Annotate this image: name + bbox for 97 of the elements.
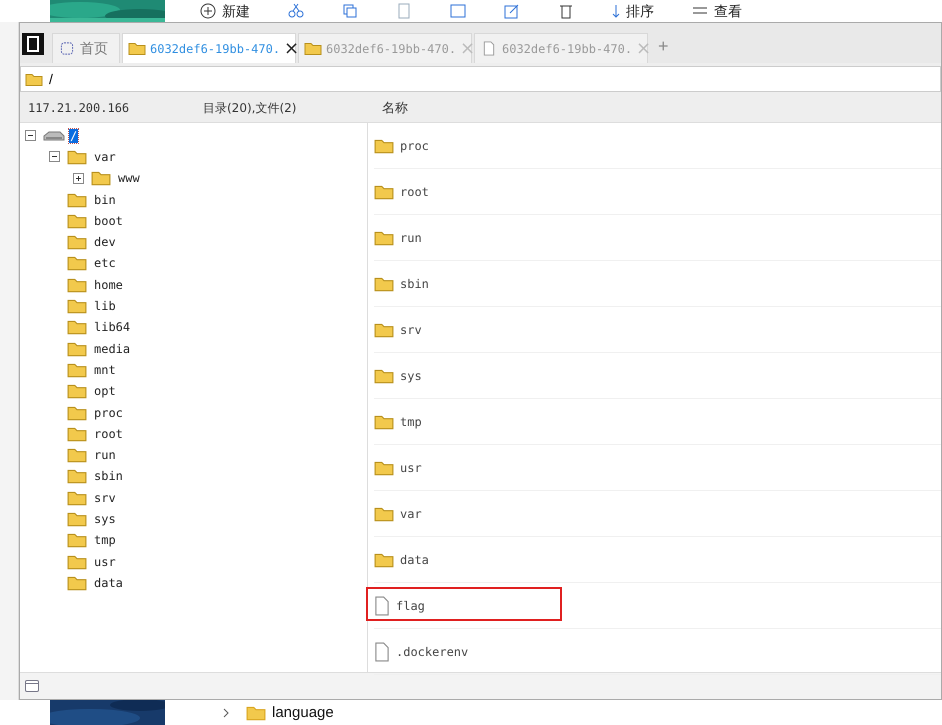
folder-icon [374, 552, 394, 568]
folder-icon [128, 41, 146, 56]
new-menu-button[interactable]: 新建 [200, 2, 250, 20]
tree-item[interactable]: sbin [93, 469, 124, 484]
folder-icon [67, 510, 87, 527]
tree-item[interactable]: tmp [93, 533, 117, 548]
folder-icon [246, 704, 266, 720]
home-icon [58, 41, 76, 56]
folder-icon [374, 460, 394, 476]
tree-item[interactable]: / [69, 128, 78, 143]
folder-icon [374, 368, 394, 384]
tree-item[interactable]: bin [93, 192, 117, 207]
folder-icon [67, 468, 87, 484]
file-list-item[interactable]: flag [374, 596, 425, 616]
tree-item[interactable]: lib64 [93, 320, 132, 334]
item-count: 目录(20),文件(2) [203, 100, 298, 116]
folder-icon [374, 230, 394, 246]
folder-icon [67, 234, 87, 250]
folder-icon [67, 532, 87, 548]
host-address: 117.21.200.166 [27, 101, 130, 115]
address-field[interactable]: / [20, 66, 941, 92]
drive-icon [43, 130, 65, 142]
document-icon [374, 642, 390, 662]
file-list-item[interactable]: data [374, 552, 429, 568]
folder-icon [374, 506, 394, 522]
file-list-item[interactable]: sys [374, 368, 422, 384]
tree-item[interactable]: boot [93, 214, 124, 228]
tree-item[interactable]: sys [93, 512, 117, 526]
folder-icon [91, 170, 111, 186]
plus-circle-icon [200, 3, 216, 19]
folder-icon [67, 447, 87, 464]
tree-item[interactable]: dev [93, 235, 117, 250]
tree-item[interactable]: srv [93, 490, 117, 505]
chevron-right-icon[interactable] [222, 708, 230, 718]
folder-icon [374, 414, 394, 430]
tree-item[interactable]: run [93, 448, 117, 462]
expand-toggle[interactable] [49, 151, 60, 162]
tree-item[interactable]: mnt [93, 362, 117, 377]
folder-icon [67, 298, 87, 314]
expand-toggle[interactable] [25, 130, 36, 142]
tree-item[interactable]: root [93, 426, 124, 441]
tree-item[interactable]: proc [93, 406, 124, 420]
trash-icon[interactable] [558, 3, 574, 19]
tree-item[interactable]: data [93, 576, 124, 590]
share-icon[interactable] [504, 3, 520, 19]
tab[interactable]: 首页 [52, 33, 120, 63]
expand-toggle[interactable] [73, 172, 84, 184]
folder-icon [67, 383, 87, 400]
tab[interactable]: 6032def6-19bb-470. × [122, 33, 296, 63]
tree-item[interactable]: etc [93, 256, 117, 270]
view-menu-button[interactable]: 查看 [692, 2, 742, 20]
folder-icon [304, 41, 322, 56]
folder-icon [67, 554, 87, 570]
tree-item[interactable]: media [93, 342, 132, 356]
folder-icon [67, 490, 87, 506]
file-list-item[interactable]: tmp [374, 414, 422, 430]
tree-item[interactable]: lib [93, 299, 117, 314]
file-list-item[interactable]: var [374, 506, 422, 522]
tree-item[interactable]: usr [93, 554, 117, 569]
file-list-item[interactable]: sbin [374, 276, 429, 292]
tree-item[interactable]: opt [93, 384, 117, 398]
tree-item[interactable]: var [93, 150, 117, 164]
tree-item[interactable]: www [117, 171, 141, 186]
tree-item[interactable]: home [93, 278, 124, 292]
clipboard-icon[interactable] [396, 3, 412, 19]
folder-icon [67, 404, 87, 420]
folder-icon [25, 72, 43, 86]
folder-icon [374, 184, 394, 200]
folder-icon [374, 322, 394, 338]
folder-icon [67, 212, 87, 229]
folder-icon [67, 255, 87, 272]
folder-icon [67, 574, 87, 591]
folder-icon [67, 148, 87, 165]
rename-icon[interactable] [450, 3, 466, 19]
file-list-item[interactable]: .dockerenv [374, 642, 468, 662]
file-list-item[interactable]: srv [374, 322, 422, 338]
folder-icon [67, 276, 87, 293]
folder-icon [374, 276, 394, 292]
file-list-item[interactable]: proc [374, 138, 429, 154]
column-header[interactable]: 名称 [376, 99, 408, 117]
app-logo-icon [22, 33, 44, 55]
folder-icon [67, 319, 87, 336]
copy-icon[interactable] [342, 3, 358, 19]
document-icon [374, 596, 390, 616]
folder-icon [374, 138, 394, 154]
scissors-icon[interactable] [288, 3, 304, 19]
sort-arrow-icon [612, 4, 620, 18]
file-list-item[interactable]: root [374, 184, 429, 200]
folder-icon [67, 340, 87, 357]
folder-icon [67, 426, 87, 442]
file-list-item[interactable]: usr [374, 460, 422, 476]
file-list-item[interactable]: run [374, 230, 422, 246]
folder-icon [67, 362, 87, 378]
sort-menu-button[interactable]: 排序 [612, 2, 654, 20]
folder-name[interactable]: language [272, 704, 334, 721]
window-icon [25, 680, 39, 692]
folder-icon [67, 192, 87, 208]
